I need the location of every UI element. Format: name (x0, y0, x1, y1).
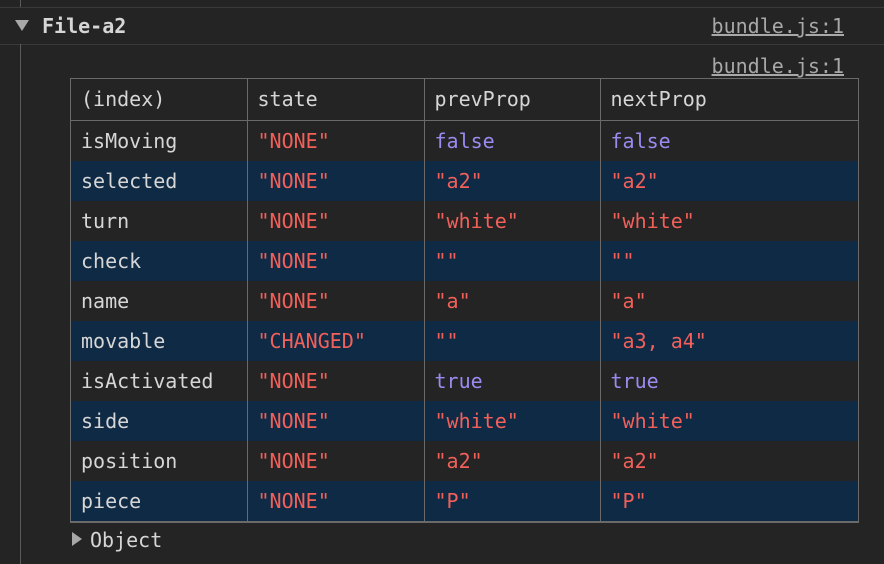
table-row: isActivated "NONE" true true (71, 361, 858, 401)
cell-next-prop: false (600, 120, 858, 161)
cell-index: turn (71, 201, 248, 241)
triangle-down-icon[interactable] (15, 20, 29, 31)
table-row: name "NONE" "a" "a" (71, 281, 858, 321)
source-link[interactable]: bundle.js:1 (712, 14, 844, 38)
object-label: Object (90, 528, 163, 552)
cell-state: "NONE" (247, 161, 425, 201)
cell-prev-prop: "white" (424, 201, 601, 241)
table-row: selected "NONE" "a2" "a2" (71, 161, 858, 201)
table-row: position "NONE" "a2" "a2" (71, 441, 858, 481)
cell-prev-prop: "" (424, 241, 601, 281)
cell-state: "NONE" (247, 401, 425, 441)
cell-next-prop: "white" (600, 401, 858, 441)
cell-next-prop: "a3, a4" (600, 321, 858, 361)
cell-state: "NONE" (247, 441, 425, 481)
group-indent-line (20, 44, 21, 564)
column-header[interactable]: nextProp (600, 79, 858, 121)
object-expander[interactable]: Object (72, 528, 162, 552)
cell-state: "NONE" (247, 281, 425, 321)
cell-index: piece (71, 481, 248, 521)
cell-state: "CHANGED" (247, 321, 425, 361)
previous-message-separator (0, 0, 884, 8)
console-panel: File-a2 bundle.js:1 bundle.js:1 (index) … (0, 0, 884, 564)
cell-next-prop: "a2" (600, 161, 858, 201)
cell-state: "NONE" (247, 241, 425, 281)
cell-prev-prop: "" (424, 321, 601, 361)
cell-next-prop: "P" (600, 481, 858, 521)
cell-prev-prop: "a2" (424, 161, 601, 201)
cell-index: isActivated (71, 361, 248, 401)
cell-next-prop: true (600, 361, 858, 401)
console-group-header[interactable]: File-a2 bundle.js:1 (0, 8, 884, 45)
column-header[interactable]: state (247, 79, 425, 121)
console-table: (index) state prevProp nextProp isMoving… (70, 78, 859, 523)
cell-prev-prop: "white" (424, 401, 601, 441)
cell-next-prop: "a2" (600, 441, 858, 481)
cell-prev-prop: false (424, 120, 601, 161)
cell-next-prop: "white" (600, 201, 858, 241)
cell-index: check (71, 241, 248, 281)
cell-prev-prop: true (424, 361, 601, 401)
cell-index: selected (71, 161, 248, 201)
cell-prev-prop: "a" (424, 281, 601, 321)
cell-index: position (71, 441, 248, 481)
table-row: check "NONE" "" "" (71, 241, 858, 281)
cell-index: name (71, 281, 248, 321)
cell-index: movable (71, 321, 248, 361)
table-row: side "NONE" "white" "white" (71, 401, 858, 441)
column-header[interactable]: prevProp (424, 79, 601, 121)
table-header-row: (index) state prevProp nextProp (71, 79, 858, 121)
triangle-right-icon[interactable] (72, 532, 82, 546)
cell-prev-prop: "a2" (424, 441, 601, 481)
cell-state: "NONE" (247, 201, 425, 241)
table-body: isMoving "NONE" false false selected "NONE" "a… (71, 120, 858, 521)
cell-state: "NONE" (247, 361, 425, 401)
cell-state: "NONE" (247, 481, 425, 521)
previous-group-line (20, 0, 21, 7)
table-row: turn "NONE" "white" "white" (71, 201, 858, 241)
column-header[interactable]: (index) (71, 79, 248, 121)
table-row: isMoving "NONE" false false (71, 120, 858, 161)
cell-index: side (71, 401, 248, 441)
cell-next-prop: "" (600, 241, 858, 281)
cell-index: isMoving (71, 120, 248, 161)
table-row: movable "CHANGED" "" "a3, a4" (71, 321, 858, 361)
table-row: piece "NONE" "P" "P" (71, 481, 858, 521)
cell-state: "NONE" (247, 120, 425, 161)
cell-next-prop: "a" (600, 281, 858, 321)
console-group-body: bundle.js:1 (index) state prevProp nextP… (20, 44, 884, 564)
group-title: File-a2 (42, 14, 127, 38)
table-source-link[interactable]: bundle.js:1 (712, 54, 844, 78)
cell-prev-prop: "P" (424, 481, 601, 521)
